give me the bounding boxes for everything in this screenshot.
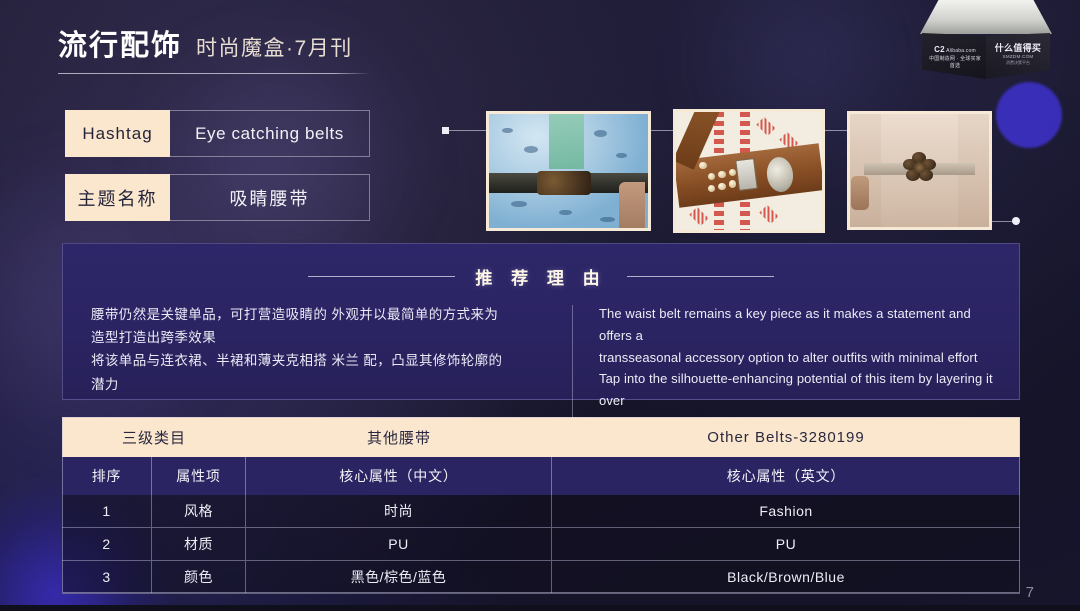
partner-sub-label: 消费决策平台 — [1006, 60, 1030, 66]
rec-en-line-1: The waist belt remains a key piece as it… — [599, 306, 971, 343]
partner-name-en: SMZDM.COM — [1002, 54, 1034, 60]
theme-label: 主题名称 — [65, 174, 170, 221]
connector-line-mid-2 — [825, 130, 847, 131]
brand-logo-box: C2 Alibaba.com 中国制造网 · 全球买家首选 什么值得买 SMZD… — [916, 0, 1056, 82]
cell-attribute: 材质 — [152, 528, 246, 561]
cell-value-cn: 时尚 — [246, 495, 552, 528]
rec-en-line-2: transseasonal accessory option to alter … — [599, 349, 978, 365]
alibaba-brand-sub: 中国制造网 · 全球买家首选 — [929, 55, 981, 69]
category-value-cn: 其他腰带 — [366, 429, 431, 447]
hashtag-label: Hashtag — [65, 110, 170, 157]
theme-row[interactable]: 主题名称 吸睛腰带 — [65, 174, 370, 221]
hashtag-block: Hashtag Eye catching belts — [65, 110, 370, 157]
cell-value-en: Black/Brown/Blue — [552, 561, 1020, 594]
recommendation-text-chinese: 腰带仍然是关键单品，可打营造吸睛的 外观并以最简单的方式来为 造型打造出跨季效果… — [91, 303, 546, 434]
rec-en-line-3: Tap into the silhouette-enhancing potent… — [599, 371, 993, 409]
category-label: 三级类目 — [121, 429, 186, 447]
cell-attribute: 风格 — [152, 495, 246, 528]
recommendation-text-english: The waist belt remains a key piece as it… — [599, 303, 993, 434]
theme-value: 吸睛腰带 — [170, 174, 370, 221]
table-category-row: 三级类目 其他腰带 Other Belts-3280199 — [62, 417, 1020, 457]
slide-canvas: C2 Alibaba.com 中国制造网 · 全球买家首选 什么值得买 SMZD… — [0, 0, 1080, 611]
logo-box-left-face — [922, 33, 986, 79]
logo-box-right-face — [986, 33, 1050, 79]
recommendation-divider — [572, 305, 573, 434]
cell-index: 1 — [62, 495, 152, 528]
table-header-row: 排序 属性项 核心属性（中文） 核心属性（英文） — [62, 457, 1020, 495]
table-row[interactable]: 2 材质 PU PU — [62, 528, 1020, 561]
theme-block: 主题名称 吸睛腰带 — [65, 174, 370, 221]
cell-index: 3 — [62, 561, 152, 594]
belt-photo-3[interactable] — [847, 111, 992, 230]
table-header-attribute: 属性项 — [152, 457, 246, 495]
page-number: 7 — [1025, 584, 1034, 601]
rec-cn-line-2: 造型打造出跨季效果 — [91, 330, 217, 346]
alibaba-mark-glyph: C2 — [934, 45, 945, 54]
recommendation-rule-left — [308, 276, 456, 277]
bottom-bar — [0, 605, 1080, 611]
cell-attribute: 颜色 — [152, 561, 246, 594]
cell-index: 2 — [62, 528, 152, 561]
table-row[interactable]: 3 颜色 黑色/棕色/蓝色 Black/Brown/Blue — [62, 561, 1020, 594]
cell-value-en: Fashion — [552, 495, 1020, 528]
hashtag-row[interactable]: Hashtag Eye catching belts — [65, 110, 370, 157]
page-subtitle: 时尚魔盒·7月刊 — [196, 37, 353, 60]
rec-cn-line-1: 腰带仍然是关键单品，可打营造吸睛的 外观并以最简单的方式来为 — [91, 307, 499, 322]
cell-value-cn: 黑色/棕色/蓝色 — [246, 561, 552, 594]
connector-dot-right — [1012, 217, 1020, 225]
logo-box-top-face — [920, 0, 1052, 34]
cell-value-en: PU — [552, 528, 1020, 561]
connector-line-mid-1 — [651, 130, 673, 131]
page-title: 流行配饰 — [58, 30, 183, 62]
belt-photo-2-art — [676, 112, 822, 230]
hashtag-value: Eye catching belts — [170, 110, 370, 157]
page-header: 流行配饰 时尚魔盒·7月刊 — [58, 22, 371, 74]
cell-value-cn: PU — [246, 528, 552, 561]
recommendation-body: 腰带仍然是关键单品，可打营造吸睛的 外观并以最简单的方式来为 造型打造出跨季效果… — [63, 289, 1019, 434]
table-header-value-en: 核心属性（英文） — [726, 468, 846, 484]
recommendation-header: 推 荐 理 由 — [63, 244, 1019, 289]
recommendation-rule-right — [626, 276, 774, 277]
belt-photo-1-art — [489, 114, 648, 228]
table-row[interactable]: 1 风格 时尚 Fashion — [62, 495, 1020, 528]
belt-photo-1[interactable] — [486, 111, 651, 231]
alibaba-brand-name: Alibaba.com — [946, 48, 976, 54]
partner-name-cn: 什么值得买 — [994, 43, 1042, 53]
category-value-en: Other Belts-3280199 — [707, 428, 865, 446]
connector-line-right — [992, 221, 1014, 222]
header-title-row: 流行配饰 时尚魔盒·7月刊 — [58, 22, 371, 64]
attribute-table: 三级类目 其他腰带 Other Belts-3280199 排序 属性项 核心属… — [62, 417, 1020, 594]
connector-line-left — [449, 130, 486, 131]
table-header-index: 排序 — [62, 457, 152, 495]
alibaba-logo-text: C2 Alibaba.com 中国制造网 · 全球买家首选 — [928, 44, 982, 70]
connector-dot-left — [442, 127, 449, 134]
recommendation-panel: 推 荐 理 由 腰带仍然是关键单品，可打营造吸睛的 外观并以最简单的方式来为 造… — [62, 243, 1020, 434]
blue-circle-decoration — [996, 82, 1062, 148]
header-underline — [58, 73, 371, 74]
table-header-value-cn: 核心属性（中文） — [246, 457, 552, 495]
recommendation-title: 推 荐 理 由 — [475, 269, 607, 288]
partner-logo-text: 什么值得买 SMZDM.COM 消费决策平台 — [990, 42, 1046, 66]
belt-photo-3-art — [850, 114, 989, 227]
rec-cn-line-3: 将该单品与连衣裙、半裙和薄夹克相搭 米兰 配，凸显其修饰轮廓的 — [91, 353, 503, 369]
rec-cn-line-4: 潜力 — [91, 376, 119, 392]
belt-photo-2[interactable] — [673, 109, 825, 233]
